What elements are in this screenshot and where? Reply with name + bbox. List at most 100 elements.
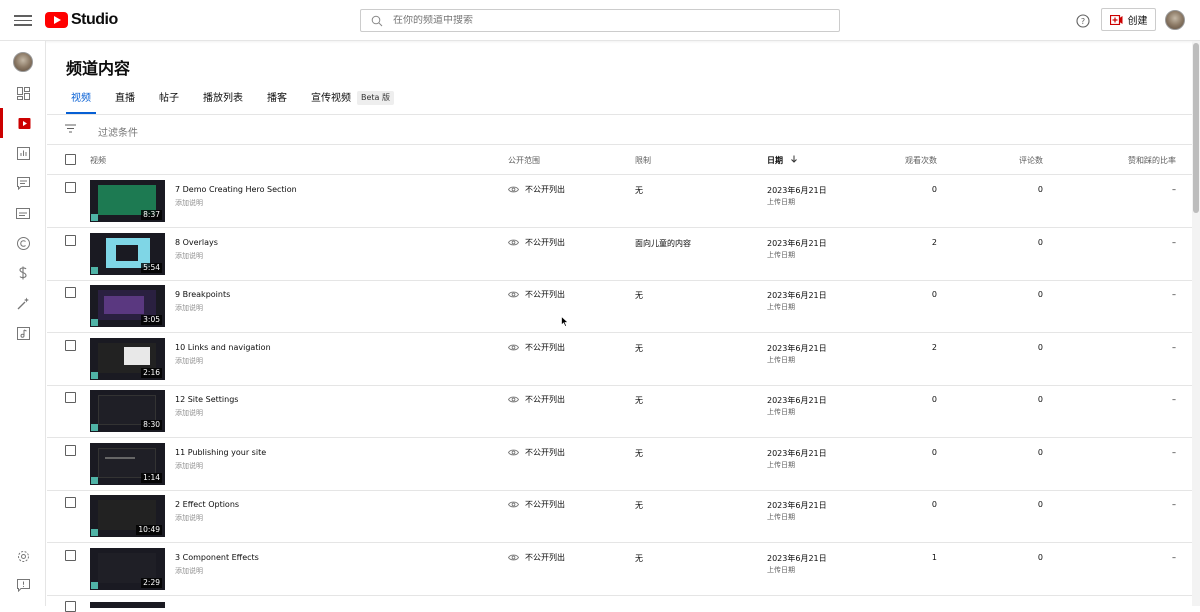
sidebar-item-audio-library[interactable]	[0, 318, 46, 348]
video-thumbnail[interactable]: 3:05	[90, 285, 165, 327]
row-checkbox[interactable]	[65, 497, 76, 508]
video-thumbnail[interactable]: 10:49	[90, 495, 165, 537]
video-thumbnail[interactable]: 2:16	[90, 337, 165, 380]
video-thumbnail[interactable]: 5:54	[90, 232, 165, 275]
table-row[interactable]: 8:37 7 Demo Creating Hero Section 添加说明 不公开列…	[47, 175, 1192, 228]
video-description[interactable]: 添加说明	[175, 303, 203, 313]
table-row[interactable]: 8:30 12 Site Settings 添加说明 不公开列出 无 2023年6月21日…	[47, 385, 1192, 438]
filter-input[interactable]: 过滤条件	[98, 124, 138, 139]
page-title: 频道内容	[66, 59, 131, 78]
column-restrictions[interactable]: 限制	[635, 155, 651, 166]
video-title[interactable]: 3 Component Effects	[175, 553, 259, 562]
video-duration: 8:30	[141, 420, 162, 430]
studio-logo[interactable]: Studio	[45, 11, 118, 29]
sidebar-item-settings[interactable]	[0, 541, 46, 571]
video-title[interactable]: 8 Overlays	[175, 238, 218, 247]
video-title[interactable]: 12 Site Settings	[175, 395, 238, 404]
table-row[interactable]: 10:49 2 Effect Options 添加说明 不公开列出 无 2023年6月21…	[47, 490, 1192, 543]
tab-posts[interactable]: 帖子	[147, 91, 191, 114]
search-input[interactable]	[393, 15, 813, 26]
create-button[interactable]: 创建	[1101, 8, 1156, 31]
video-thumbnail[interactable]: 2:29	[90, 547, 165, 590]
restriction-value: 无	[635, 553, 643, 563]
select-all-checkbox[interactable]	[65, 154, 76, 165]
sidebar-channel-avatar[interactable]	[0, 47, 46, 77]
sidebar-item-copyright[interactable]	[0, 228, 46, 258]
views-count: 0	[931, 500, 937, 509]
scrollbar-thumb[interactable]	[1193, 43, 1199, 213]
tab-playlists[interactable]: 播放列表	[191, 91, 255, 114]
sidebar-item-analytics[interactable]	[0, 138, 46, 168]
sidebar-item-dashboard[interactable]	[0, 78, 46, 108]
tab-live[interactable]: 直播	[103, 91, 147, 114]
help-icon[interactable]: ?	[1076, 13, 1090, 32]
column-date[interactable]: 日期	[767, 155, 798, 166]
video-duration: 2:16	[141, 367, 162, 378]
content-tabs: 视频 直播 帖子 播放列表 播客 宣传视频 Beta 版	[59, 91, 406, 114]
table-row[interactable]: 2:29 3 Component Effects 添加说明 不公开列出 无 2023年6月…	[47, 543, 1192, 596]
column-comments[interactable]: 评论数	[1019, 155, 1043, 166]
video-title[interactable]: 11 Publishing your site	[175, 448, 266, 457]
column-views[interactable]: 观看次数	[905, 155, 937, 166]
sidebar-item-customization[interactable]	[0, 288, 46, 318]
row-checkbox[interactable]	[65, 444, 76, 456]
visibility-dropdown[interactable]: 不公开列出	[508, 552, 565, 563]
video-thumbnail[interactable]	[90, 602, 165, 608]
video-title[interactable]: 2 Effect Options	[175, 500, 239, 509]
video-description[interactable]: 添加说明	[175, 198, 203, 208]
visibility-dropdown[interactable]: 不公开列出	[508, 342, 565, 353]
tab-promotions[interactable]: 宣传视频 Beta 版	[299, 91, 406, 114]
video-thumbnail[interactable]: 8:37	[90, 180, 165, 222]
video-description[interactable]: 添加说明	[175, 566, 203, 576]
video-thumbnail[interactable]: 8:30	[90, 390, 165, 432]
visibility-dropdown[interactable]: 不公开列出	[508, 289, 565, 300]
column-likes-ratio[interactable]: 赞和踩的比率	[1128, 155, 1176, 166]
row-checkbox[interactable]	[65, 287, 76, 298]
filter-icon[interactable]	[65, 124, 76, 133]
tab-videos[interactable]: 视频	[59, 91, 103, 114]
video-description[interactable]: 添加说明	[175, 461, 203, 471]
restriction-value: 无	[635, 501, 643, 510]
video-description[interactable]: 添加说明	[175, 513, 203, 523]
row-checkbox[interactable]	[65, 601, 76, 612]
search-bar[interactable]	[360, 9, 840, 32]
comments-count: 0	[1037, 290, 1043, 299]
account-avatar[interactable]	[1165, 10, 1185, 30]
sidebar-item-feedback[interactable]	[0, 570, 46, 600]
video-title[interactable]: 9 Breakpoints	[175, 290, 230, 299]
visibility-dropdown[interactable]: 不公开列出	[508, 447, 565, 458]
table-row[interactable]: 3:05 9 Breakpoints 添加说明 不公开列出 无 2023年6月21日 上传日…	[47, 280, 1192, 333]
eye-icon	[508, 344, 519, 350]
visibility-dropdown[interactable]: 不公开列出	[508, 184, 565, 195]
sidebar-item-comments[interactable]	[0, 168, 46, 198]
row-checkbox[interactable]	[65, 182, 76, 193]
video-description[interactable]: 添加说明	[175, 408, 203, 418]
row-checkbox[interactable]	[65, 339, 76, 351]
row-checkbox[interactable]	[65, 392, 76, 403]
table-row[interactable]: 1:14 11 Publishing your site 添加说明 不公开列出 无 202…	[47, 438, 1192, 491]
sidebar-item-subtitles[interactable]	[0, 198, 46, 228]
comments-count: 0	[1037, 447, 1043, 457]
tab-podcasts[interactable]: 播客	[255, 91, 299, 114]
table-row[interactable]: 5:54 8 Overlays 添加说明 不公开列出 面向儿童的内容 2023年6月21日…	[47, 228, 1192, 281]
video-thumbnail[interactable]: 1:14	[90, 442, 165, 485]
sidebar-item-content[interactable]	[0, 108, 46, 138]
row-checkbox[interactable]	[65, 549, 76, 561]
column-visibility[interactable]: 公开范围	[508, 155, 540, 166]
visibility-dropdown[interactable]: 不公开列出	[508, 237, 565, 248]
visibility-label: 不公开列出	[525, 237, 565, 247]
video-title[interactable]: 10 Links and navigation	[175, 343, 271, 352]
video-title[interactable]: 7 Demo Creating Hero Section	[175, 185, 297, 194]
hamburger-menu-icon[interactable]	[14, 12, 32, 28]
scrollbar[interactable]	[1192, 41, 1200, 606]
table-row[interactable]: 2:16 10 Links and navigation 添加说明 不公开列出无 202…	[47, 333, 1192, 386]
video-description[interactable]: 添加说明	[175, 251, 203, 261]
video-description[interactable]: 添加说明	[175, 356, 203, 366]
video-duration: 8:37	[141, 210, 162, 220]
visibility-dropdown[interactable]: 不公开列出	[508, 499, 565, 510]
visibility-dropdown[interactable]: 不公开列出	[508, 394, 565, 405]
beta-badge: Beta 版	[357, 91, 394, 105]
tab-podcasts-label: 播客	[267, 93, 287, 104]
row-checkbox[interactable]	[65, 234, 76, 246]
sidebar-item-earn[interactable]	[0, 258, 46, 288]
